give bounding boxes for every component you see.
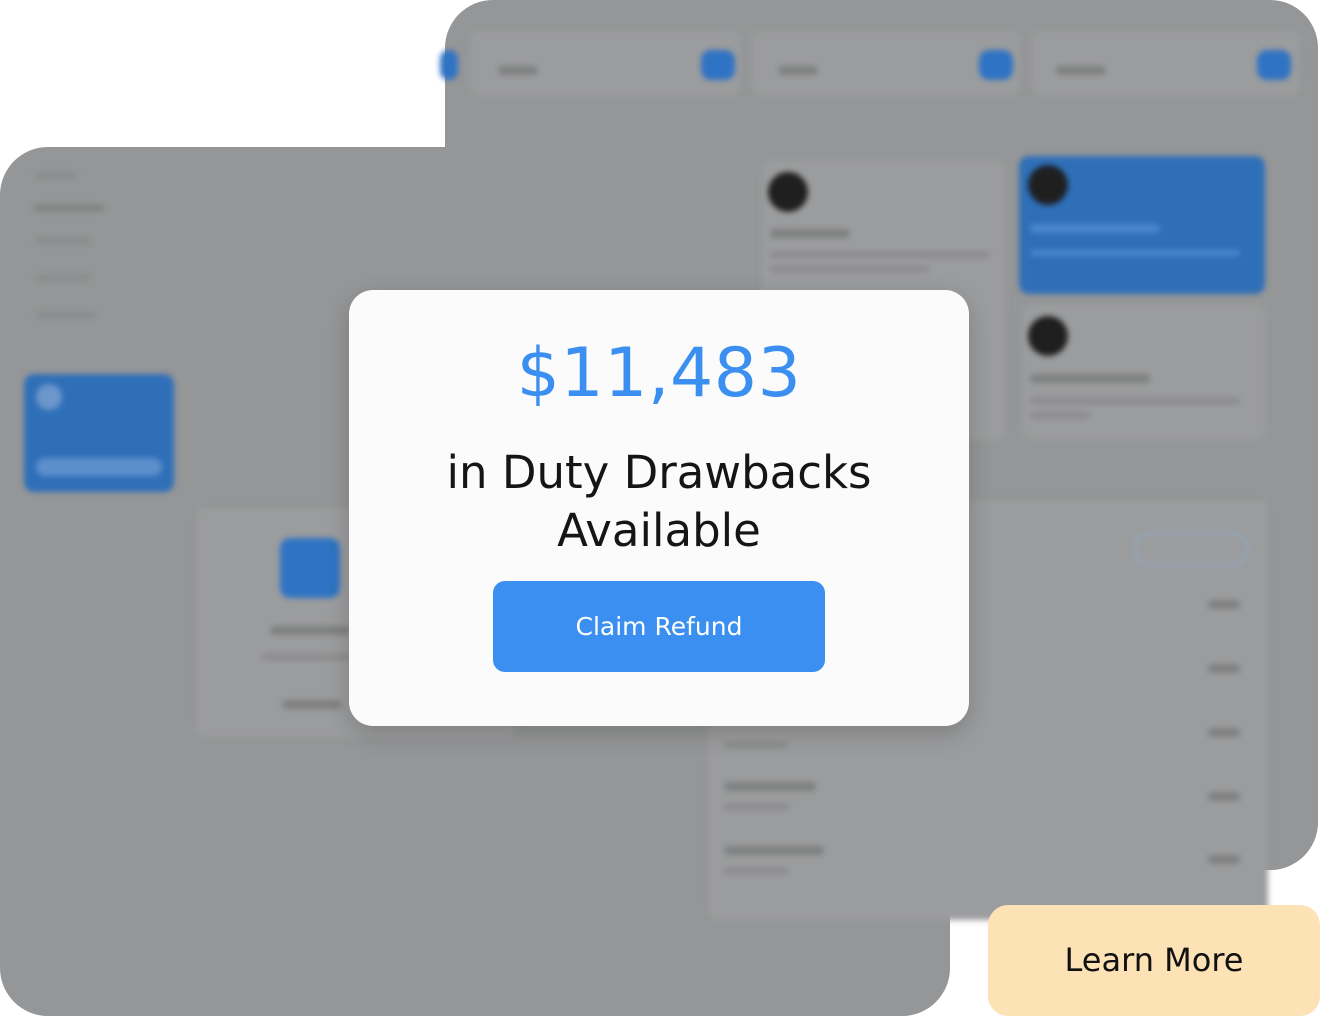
card-title: [1030, 224, 1160, 233]
row-status: [1208, 855, 1240, 864]
modal-subtitle: in Duty Drawbacks Available: [389, 444, 929, 560]
card-description: [770, 266, 930, 272]
drawback-amount: $11,483: [516, 334, 802, 413]
stat-value: [1056, 66, 1106, 75]
plus-icon: [979, 50, 1013, 80]
sidebar-section-title: [34, 205, 104, 211]
stat-card: [470, 30, 740, 96]
learn-more-button[interactable]: Learn More: [988, 905, 1320, 1016]
row-status: [1208, 664, 1240, 673]
info-icon: [36, 384, 62, 410]
card-title: [270, 626, 350, 635]
card-value: [282, 700, 342, 709]
modal-subtitle-line2: Available: [557, 504, 761, 557]
filter-button: [1134, 532, 1248, 566]
sidebar-item: [36, 275, 90, 281]
row-status: [1208, 728, 1240, 737]
claim-refund-button[interactable]: Claim Refund: [493, 581, 825, 672]
row-subtext: [724, 868, 788, 874]
row-date: [724, 782, 816, 791]
card-description: [1030, 412, 1090, 418]
card-title: [1030, 374, 1150, 383]
stat-value: [498, 66, 538, 75]
plus-icon: [701, 50, 735, 80]
sidebar-item: [36, 312, 96, 318]
row-subtext: [724, 742, 788, 748]
plus-icon: [1257, 50, 1291, 80]
stat-value: [778, 66, 818, 75]
logo-icon: [1028, 165, 1068, 205]
card-description: [1030, 398, 1240, 404]
drawback-modal: $11,483 in Duty Drawbacks Available Clai…: [349, 290, 969, 726]
row-date: [724, 846, 824, 855]
row-status: [1208, 792, 1240, 801]
card-description: [262, 654, 352, 660]
row-subtext: [724, 804, 790, 810]
promo-button: [36, 458, 162, 476]
plus-icon: [440, 50, 458, 80]
row-status: [1208, 600, 1240, 609]
modal-subtitle-line1: in Duty Drawbacks: [446, 446, 872, 499]
sidebar-item: [36, 172, 76, 178]
document-icon: [280, 538, 340, 598]
sidebar-item: [36, 238, 90, 244]
card-title: [770, 229, 850, 238]
card-description: [770, 252, 990, 258]
logo-icon: [768, 172, 808, 212]
logo-icon: [1028, 316, 1068, 356]
card-description: [1030, 250, 1240, 256]
